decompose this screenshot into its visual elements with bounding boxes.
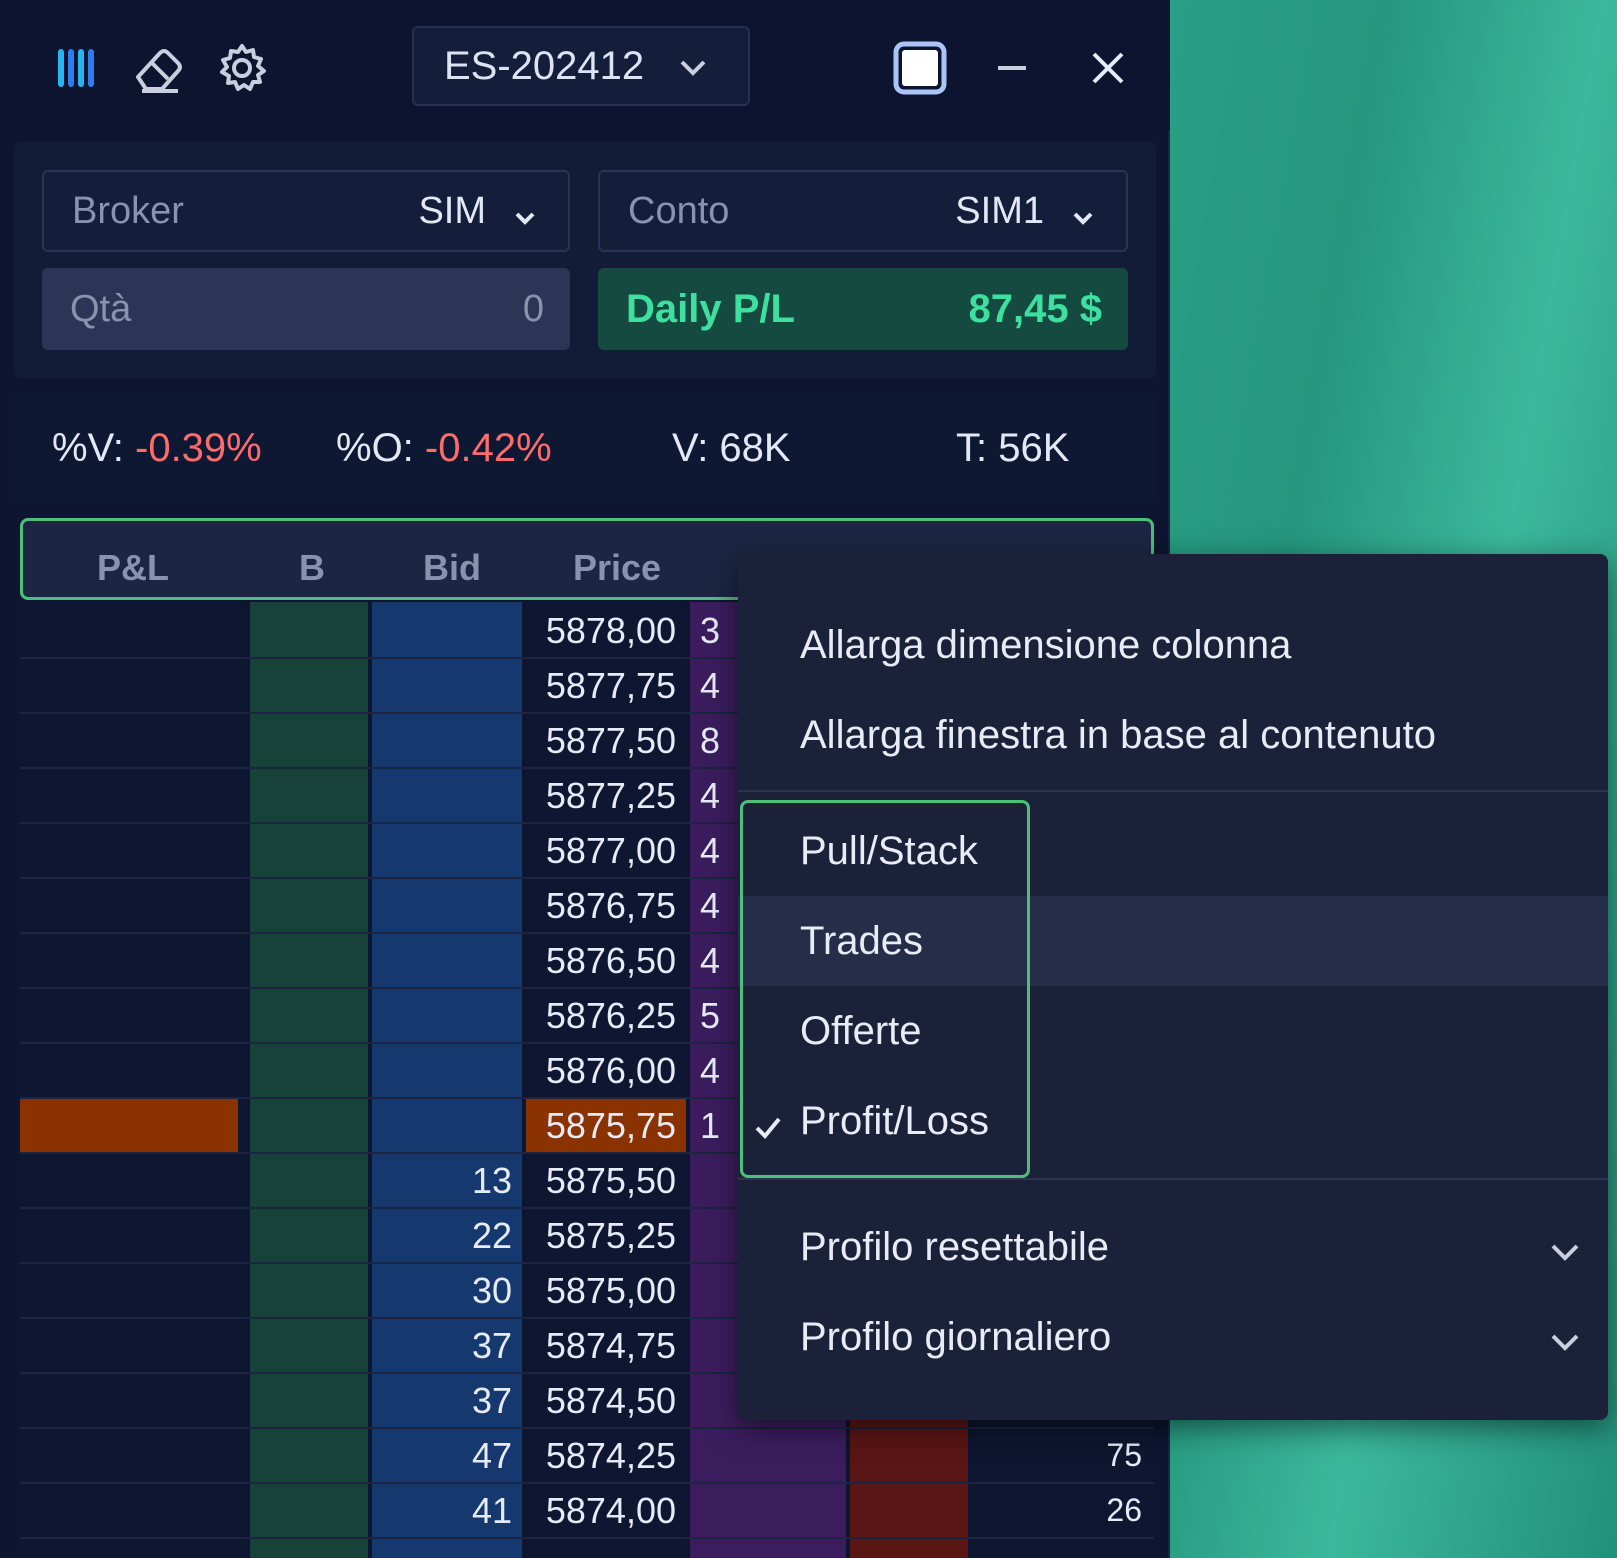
price-cell[interactable]: 5875,25: [526, 1215, 676, 1257]
price-cell[interactable]: 5874,00: [526, 1490, 676, 1532]
chevron-down-icon: [1070, 198, 1096, 241]
price-cell[interactable]: 5876,50: [526, 940, 676, 982]
menu-item-allarga-finestra-in-base-al-contenuto[interactable]: Allarga finestra in base al contenuto: [738, 690, 1608, 780]
maximize-icon[interactable]: [892, 40, 948, 96]
price-cell[interactable]: 5875,75: [526, 1105, 676, 1147]
stat-v-pct: %V: -0.39%: [52, 426, 262, 471]
price-cell[interactable]: 5876,25: [526, 995, 676, 1037]
menu-item-label: Allarga finestra in base al contenuto: [800, 712, 1436, 757]
broker-select[interactable]: Broker SIM: [42, 170, 570, 252]
ask-cell[interactable]: 1: [700, 1105, 720, 1147]
gear-icon[interactable]: [214, 40, 270, 96]
header-pl[interactable]: P&L: [97, 547, 169, 589]
price-cell[interactable]: 5874,25: [526, 1435, 676, 1477]
conto-label: Conto: [628, 189, 730, 232]
ask-cell[interactable]: 3: [700, 610, 720, 652]
ask-cell[interactable]: 4: [700, 885, 720, 927]
ask-cell[interactable]: 4: [700, 1050, 720, 1092]
menu-separator: [738, 790, 1608, 792]
ask-cell[interactable]: 4: [700, 665, 720, 707]
daily-pl-value: 87,45 $: [968, 286, 1102, 331]
menu-item-profilo-giornaliero[interactable]: Profilo giornaliero: [738, 1292, 1608, 1382]
symbol-select[interactable]: ES-202412: [412, 26, 750, 106]
symbol-value: ES-202412: [444, 43, 645, 88]
price-cell[interactable]: 5875,50: [526, 1160, 676, 1202]
price-cell[interactable]: 5876,00: [526, 1050, 676, 1092]
stat-v-pct-value: -0.39%: [135, 426, 262, 470]
stat-v-pct-label: %V:: [52, 426, 124, 470]
chevron-down-icon: [1548, 1232, 1582, 1277]
price-cell[interactable]: 5878,00: [526, 610, 676, 652]
menu-item-label: Profilo giornaliero: [800, 1314, 1112, 1359]
daily-pl-label: Daily P/L: [626, 286, 795, 331]
chevron-down-icon: [512, 198, 538, 241]
minimize-icon[interactable]: [984, 40, 1040, 96]
qty-value: 0: [522, 287, 544, 330]
account-select[interactable]: Conto SIM1: [598, 170, 1128, 252]
daily-pl-display: Daily P/L 87,45 $: [598, 268, 1128, 350]
qty-label: Qtà: [70, 287, 132, 330]
header-bid[interactable]: Bid: [423, 547, 481, 589]
price-cell[interactable]: 5877,00: [526, 830, 676, 872]
bid-cell[interactable]: 37: [372, 1325, 512, 1367]
ladder-row[interactable]: 5874,00 41 26: [20, 1484, 1154, 1539]
conto-value: SIM1: [955, 189, 1044, 232]
chevron-down-icon: [676, 50, 710, 95]
bid-cell[interactable]: 37: [372, 1380, 512, 1422]
bid-cell[interactable]: 22: [372, 1215, 512, 1257]
header-b[interactable]: B: [299, 547, 325, 589]
bid-cell[interactable]: 30: [372, 1270, 512, 1312]
broker-value: SIM: [418, 189, 486, 232]
close-icon[interactable]: [1080, 40, 1136, 96]
menu-item-allarga-dimensione-colonna[interactable]: Allarga dimensione colonna: [738, 600, 1608, 690]
pl-current-highlight: [20, 1099, 238, 1152]
stat-o-pct-label: %O:: [336, 426, 414, 470]
title-bar: ES-202412: [0, 0, 1170, 130]
ask-cell[interactable]: 4: [700, 775, 720, 817]
quantity-field[interactable]: Qtà 0: [42, 268, 570, 350]
price-cell[interactable]: 5876,75: [526, 885, 676, 927]
broker-label: Broker: [72, 189, 184, 232]
menu-item-label: Profilo resettabile: [800, 1224, 1110, 1269]
stat-o-pct-value: -0.42%: [424, 426, 552, 470]
bid-cell[interactable]: 41: [372, 1490, 512, 1532]
column-toggle-group-highlight: [740, 800, 1030, 1178]
header-price[interactable]: Price: [573, 547, 661, 589]
bid-cell[interactable]: 47: [372, 1435, 512, 1477]
menu-separator: [738, 1178, 1608, 1180]
menu-item-profilo-resettabile[interactable]: Profilo resettabile: [738, 1202, 1608, 1292]
ask-cell[interactable]: 4: [700, 830, 720, 872]
menu-item-label: Allarga dimensione colonna: [800, 622, 1292, 667]
stat-volume: V: 68K: [672, 426, 791, 470]
stat-trades: T: 56K: [956, 426, 1070, 470]
price-cell[interactable]: 5877,75: [526, 665, 676, 707]
price-cell[interactable]: 5875,00: [526, 1270, 676, 1312]
volume-profile-cell: 26: [1106, 1492, 1142, 1528]
price-cell[interactable]: 5874,50: [526, 1380, 676, 1422]
chevron-down-icon: [1548, 1322, 1582, 1367]
bid-cell[interactable]: 13: [372, 1160, 512, 1202]
price-cell[interactable]: 5877,50: [526, 720, 676, 762]
columns-icon[interactable]: [48, 40, 104, 96]
price-cell[interactable]: 5877,25: [526, 775, 676, 817]
eraser-icon[interactable]: [130, 40, 186, 96]
stat-o-pct: %O: -0.42%: [336, 426, 552, 471]
ask-cell[interactable]: 8: [700, 720, 720, 762]
ladder-row[interactable]: 5874,25 47 75: [20, 1429, 1154, 1484]
ask-cell[interactable]: 4: [700, 940, 720, 982]
ask-cell[interactable]: 5: [700, 995, 720, 1037]
price-cell[interactable]: 5874,75: [526, 1325, 676, 1367]
volume-profile-cell: 75: [1106, 1437, 1142, 1473]
